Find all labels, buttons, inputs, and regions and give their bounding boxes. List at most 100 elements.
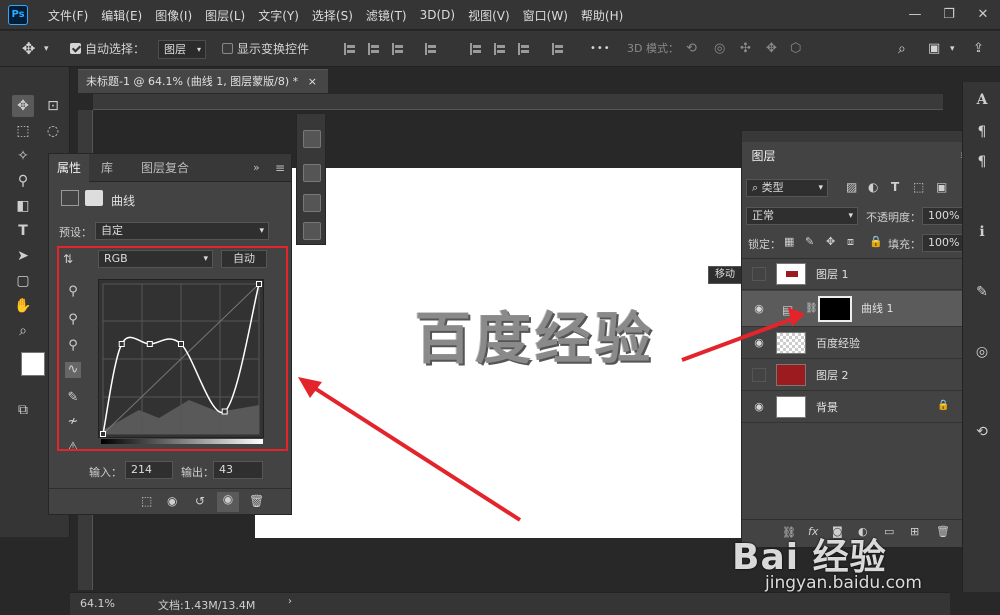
panel-menu-icon[interactable]: ≡ (275, 154, 285, 182)
menu-filter[interactable]: 滤镜(T) (366, 7, 407, 24)
filter-shape-icon[interactable]: ⬚ (913, 180, 924, 194)
marquee-tool-icon[interactable]: ⬚ (12, 120, 34, 142)
layer-mask-thumbnail[interactable] (818, 296, 852, 322)
align-top-icon[interactable] (470, 43, 482, 55)
adjustments-panel-icon[interactable] (303, 164, 321, 182)
menu-layer[interactable]: 图层(L) (205, 7, 245, 24)
info-panel-icon[interactable]: ℹ (972, 222, 992, 242)
menu-window[interactable]: 窗口(W) (523, 7, 568, 24)
blend-mode-dropdown[interactable]: 正常 ▾ (746, 207, 858, 225)
eye-icon[interactable]: ◉ (752, 336, 766, 350)
input-field[interactable]: 214 (125, 461, 173, 479)
chevron-right-icon[interactable]: › (288, 596, 292, 607)
zoom-tool-icon[interactable]: ⌕ (12, 320, 34, 342)
show-transform-checkbox[interactable]: 显示变换控件 (222, 31, 309, 67)
align-center-icon[interactable] (368, 43, 380, 55)
restore-button[interactable]: ❐ (932, 0, 966, 30)
hand-tool-icon[interactable]: ✋ (12, 295, 34, 317)
menu-3d[interactable]: 3D(D) (420, 8, 455, 22)
menu-view[interactable]: 视图(V) (468, 7, 510, 24)
align-middle-icon[interactable] (494, 43, 506, 55)
preset-dropdown[interactable]: 自定 ▾ (95, 222, 269, 240)
filter-adjustment-icon[interactable]: ◐ (868, 180, 878, 194)
document-tab[interactable]: 未标题-1 @ 64.1% (曲线 1, 图层蒙版/8) * × (78, 69, 328, 93)
chevron-down-icon[interactable]: ▾ (950, 31, 955, 67)
layer-row-5[interactable]: ◉ 背景 🔒 (742, 392, 962, 423)
type-tool-icon[interactable]: T (12, 220, 34, 242)
move-tool-icon[interactable]: ✥ (12, 95, 34, 117)
align-bottom-icon[interactable] (518, 43, 530, 55)
glyphs-panel-icon[interactable]: ¶ (972, 152, 992, 172)
trash-icon[interactable]: 🗑 (249, 494, 264, 508)
channels-panel-icon[interactable]: ◎ (972, 342, 992, 362)
trash-icon[interactable]: 🗑 (936, 525, 950, 538)
lock-position-icon[interactable]: ✥ (826, 235, 835, 248)
layer-row-2[interactable]: ◉ ▤ ⛓ 曲线 1 (742, 291, 962, 327)
mask-icon[interactable] (85, 190, 103, 206)
3d-scale-icon[interactable]: ⬡ (790, 31, 801, 67)
tab-layer-comps[interactable]: 图层复合 (141, 154, 189, 182)
visibility-off-icon[interactable] (752, 368, 766, 382)
layer-row-4[interactable]: 图层 2 (742, 360, 962, 391)
menu-select[interactable]: 选择(S) (312, 7, 353, 24)
menu-image[interactable]: 图像(I) (155, 7, 192, 24)
distribute-vertical-icon[interactable] (552, 43, 564, 55)
3d-rotate-icon[interactable]: ⟲ (686, 31, 697, 67)
more-options-icon[interactable]: ••• (590, 31, 611, 67)
minimize-button[interactable]: — (898, 0, 932, 30)
lock-artboard-icon[interactable]: ⧈ (847, 235, 854, 249)
menu-edit[interactable]: 编辑(E) (101, 7, 142, 24)
paragraph-panel-icon[interactable]: ¶ (972, 122, 992, 142)
share-icon[interactable]: ⇪ (973, 31, 984, 67)
visibility-toggle-icon[interactable]: ◉ (217, 492, 239, 512)
3d-slide-icon[interactable]: ✥ (766, 31, 777, 67)
tab-properties[interactable]: 属性 (49, 154, 90, 182)
auto-select-checkbox[interactable]: 自动选择： (70, 31, 145, 67)
visibility-off-icon[interactable] (752, 267, 766, 281)
chevron-down-icon[interactable]: ▾ (44, 31, 49, 67)
move-tool-preset-icon[interactable]: ✥ (22, 31, 35, 67)
filter-type-icon[interactable]: T (891, 180, 899, 194)
align-left-icon[interactable] (344, 43, 356, 55)
foreground-color-swatch[interactable] (21, 352, 45, 376)
eyedropper-tool-icon[interactable]: ⚲ (12, 170, 34, 192)
lasso-tool-icon[interactable]: ◌ (42, 120, 64, 142)
menu-file[interactable]: 文件(F) (48, 7, 88, 24)
lock-pixels-icon[interactable]: ✎ (805, 235, 814, 248)
3d-roll-icon[interactable]: ◎ (714, 31, 725, 67)
eye-icon[interactable]: ◉ (752, 302, 766, 316)
menu-help[interactable]: 帮助(H) (581, 7, 623, 24)
auto-select-target-dropdown[interactable]: 图层 ▾ (158, 40, 206, 59)
mask-link-icon[interactable]: ⛓ (805, 303, 818, 314)
tab-libraries[interactable]: 库 (101, 154, 113, 182)
shape-tool-icon[interactable]: ▢ (12, 270, 34, 292)
magic-wand-icon[interactable]: ✧ (12, 145, 34, 167)
history-panel-icon[interactable]: ⟲ (972, 422, 992, 442)
menu-type[interactable]: 文字(Y) (258, 7, 299, 24)
path-select-icon[interactable]: ➤ (12, 245, 34, 267)
3d-pan-icon[interactable]: ✣ (740, 31, 751, 67)
search-icon[interactable]: ⌕ (898, 31, 906, 67)
panel-collapse-icon[interactable]: » (253, 154, 260, 182)
screen-mode-icon[interactable]: ⧉ (12, 399, 34, 421)
output-field[interactable]: 43 (213, 461, 263, 479)
clip-to-layer-icon[interactable]: ⬚ (141, 494, 152, 508)
eraser-tool-icon[interactable]: ◧ (12, 195, 34, 217)
layer-row-3[interactable]: ◉ 百度经验 (742, 328, 962, 359)
filter-pixel-icon[interactable]: ▨ (846, 180, 857, 194)
paths-panel-icon[interactable] (303, 194, 321, 212)
view-previous-icon[interactable]: ◉ (167, 494, 177, 508)
new-layer-icon[interactable]: ⊞ (910, 525, 919, 538)
styles-panel-icon[interactable] (303, 222, 321, 240)
align-right-icon[interactable] (392, 43, 404, 55)
eye-icon[interactable]: ◉ (752, 400, 766, 414)
lock-all-icon[interactable]: 🔒 (869, 235, 883, 248)
reset-icon[interactable]: ↺ (195, 494, 205, 508)
filter-smart-object-icon[interactable]: ▣ (936, 180, 947, 194)
distribute-icon[interactable] (425, 43, 437, 55)
color-panel-icon[interactable] (303, 130, 321, 148)
character-panel-icon[interactable]: A (972, 90, 992, 110)
tab-layers[interactable]: 图层 (742, 142, 785, 170)
lock-transparent-icon[interactable]: ▦ (784, 235, 794, 248)
layer-row-1[interactable]: 图层 1 (742, 259, 962, 290)
